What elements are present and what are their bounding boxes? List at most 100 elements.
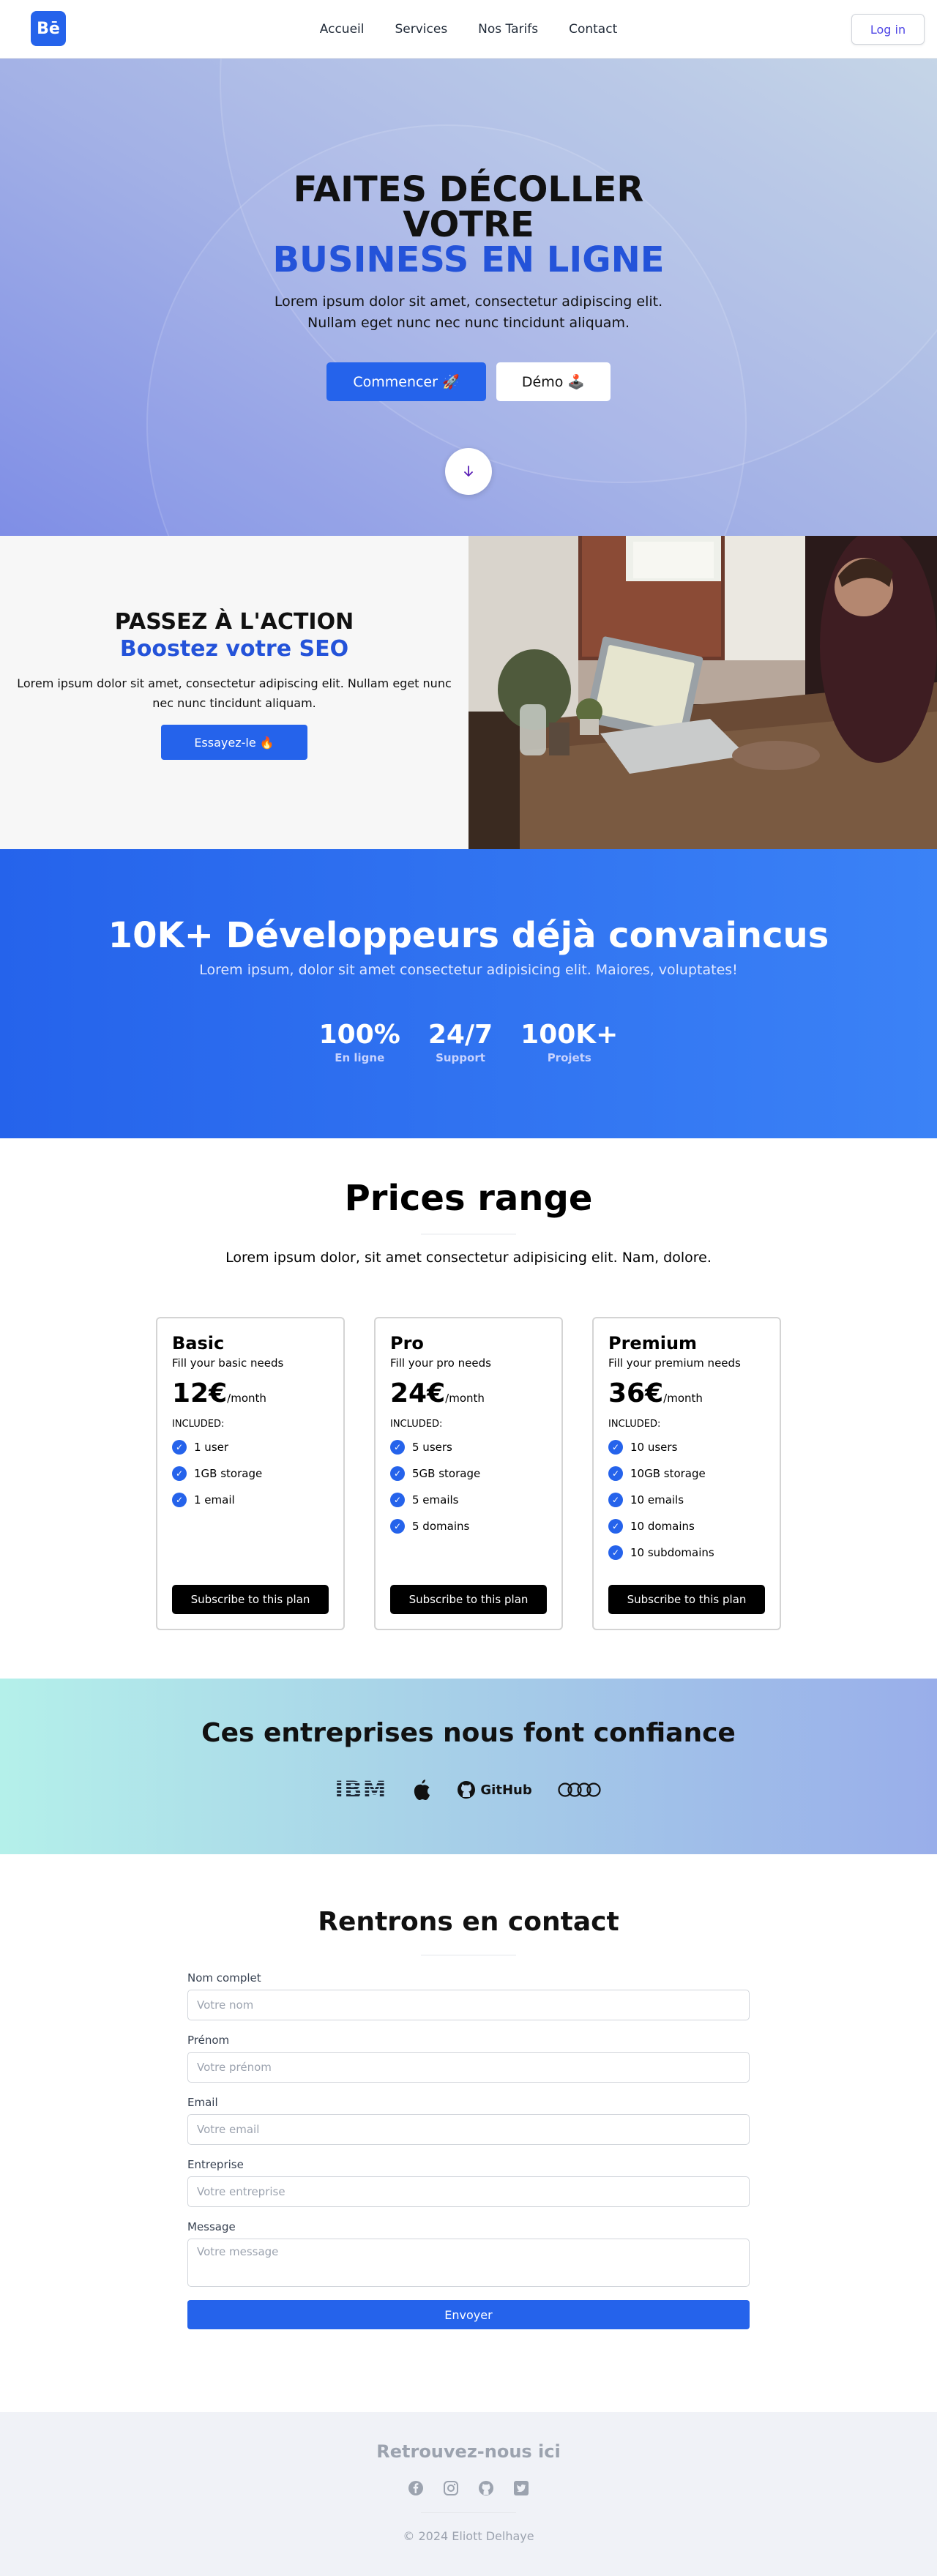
contact-form: Nom complet Votre nom Prénom Votre préno…	[187, 1971, 750, 2329]
plan-price: 12€/month	[172, 1378, 329, 1408]
nav-link-contact[interactable]: Contact	[563, 18, 623, 41]
seo-text: Lorem ipsum dolor sit amet, consectetur …	[17, 676, 452, 710]
check-icon: ✓	[608, 1519, 623, 1534]
name-input[interactable]: Votre nom	[187, 1990, 750, 2020]
feature-label: 5 emails	[412, 1493, 459, 1507]
github-mark-icon	[458, 1781, 476, 1799]
stat-item: 100% En ligne	[319, 1020, 400, 1065]
scroll-down-button[interactable]	[445, 448, 492, 495]
plan-price: 24€/month	[390, 1378, 547, 1408]
instagram-icon[interactable]	[442, 2479, 460, 2497]
field-nom: Nom complet Votre nom	[187, 1971, 750, 2020]
github-wordmark: GitHub	[480, 1782, 532, 1798]
hero-title-highlight: BUSINESS EN LIGNE	[272, 239, 665, 280]
pricing-card-premium: Premium Fill your premium needs 36€/mont…	[592, 1317, 781, 1630]
feature-item: ✓ 5 emails	[390, 1487, 547, 1513]
field-message: Message Votre message	[187, 2220, 750, 2287]
demo-button[interactable]: Démo 🕹️	[496, 362, 611, 401]
plan-description: Fill your pro needs	[390, 1356, 491, 1370]
check-icon: ✓	[172, 1493, 187, 1507]
subscribe-button-basic[interactable]: Subscribe to this plan	[172, 1585, 329, 1614]
seo-section: PASSEZ À L'ACTION Boostez votre SEO Lore…	[0, 536, 937, 849]
stat-item: 100K+ Projets	[520, 1020, 618, 1065]
feature-item: ✓ 10GB storage	[608, 1460, 765, 1487]
nav-link-services[interactable]: Services	[389, 18, 453, 41]
price-amount: 36€	[608, 1378, 664, 1408]
stats-subtitle: Lorem ipsum, dolor sit amet consectetur …	[199, 962, 738, 978]
included-label: INCLUDED:	[390, 1419, 443, 1430]
facebook-icon[interactable]	[407, 2479, 425, 2497]
nav-link-accueil[interactable]: Accueil	[314, 18, 370, 41]
subscribe-button-pro[interactable]: Subscribe to this plan	[390, 1585, 547, 1614]
start-button[interactable]: Commencer 🚀	[326, 362, 486, 401]
login-button[interactable]: Log in	[851, 14, 925, 45]
twitter-icon[interactable]	[512, 2479, 530, 2497]
feature-item: ✓ 10 subdomains	[608, 1539, 765, 1566]
plan-description: Fill your premium needs	[608, 1356, 741, 1370]
pricing-subtitle: Lorem ipsum dolor, sit amet consectetur …	[225, 1250, 712, 1266]
feature-label: 10 emails	[630, 1493, 684, 1507]
stats-row: 100% En ligne 24/7 Support 100K+ Projets	[0, 1020, 937, 1065]
feature-item: ✓ 5GB storage	[390, 1460, 547, 1487]
submit-button[interactable]: Envoyer	[187, 2300, 750, 2329]
field-email: Email Votre email	[187, 2096, 750, 2145]
stats-section: 10K+ Développeurs déjà convaincus Lorem …	[0, 849, 937, 1138]
navbar: Bē Accueil Services Nos Tarifs Contact L…	[0, 0, 937, 59]
check-icon: ✓	[172, 1466, 187, 1481]
message-textarea[interactable]: Votre message	[187, 2239, 750, 2287]
feature-item: ✓ 5 domains	[390, 1513, 547, 1539]
field-label: Entreprise	[187, 2158, 244, 2171]
ibm-logo: IBM	[335, 1776, 387, 1804]
social-links	[0, 2479, 937, 2497]
check-icon: ✓	[608, 1440, 623, 1455]
check-icon: ✓	[608, 1493, 623, 1507]
seo-title: PASSEZ À L'ACTION	[114, 609, 354, 635]
github-logo: GitHub	[457, 1780, 532, 1799]
try-button[interactable]: Essayez-le 🔥	[161, 725, 307, 760]
price-period: /month	[445, 1392, 485, 1405]
seo-content: PASSEZ À L'ACTION Boostez votre SEO Lore…	[0, 536, 468, 849]
plan-name: Basic	[172, 1333, 225, 1354]
check-icon: ✓	[172, 1440, 187, 1455]
price-period: /month	[227, 1392, 266, 1405]
company-input[interactable]: Votre entreprise	[187, 2176, 750, 2207]
feature-item: ✓ 1 email	[172, 1487, 329, 1513]
audi-logo-icon	[558, 1782, 601, 1797]
subscribe-button-premium[interactable]: Subscribe to this plan	[608, 1585, 765, 1614]
pricing-section: Prices range Lorem ipsum dolor, sit amet…	[0, 1138, 937, 1679]
seo-title-highlight: Boostez votre SEO	[119, 636, 349, 662]
arrow-down-icon	[464, 466, 473, 477]
pricing-card-pro: Pro Fill your pro needs 24€/month INCLUD…	[374, 1317, 563, 1630]
github-icon[interactable]	[477, 2479, 495, 2497]
feature-item: ✓ 10 emails	[608, 1487, 765, 1513]
feature-label: 10 subdomains	[630, 1546, 714, 1559]
email-input[interactable]: Votre email	[187, 2114, 750, 2145]
field-prenom: Prénom Votre prénom	[187, 2034, 750, 2083]
price-amount: 12€	[172, 1378, 228, 1408]
nav-link-tarifs[interactable]: Nos Tarifs	[472, 18, 544, 41]
hero-subtitle: Lorem ipsum dolor sit amet, consectetur …	[274, 294, 663, 331]
plan-name: Pro	[390, 1333, 424, 1354]
check-icon: ✓	[390, 1466, 405, 1481]
feature-label: 10 users	[630, 1441, 678, 1454]
price-amount: 24€	[390, 1378, 446, 1408]
office-photo	[468, 536, 937, 849]
plan-price: 36€/month	[608, 1378, 765, 1408]
check-icon: ✓	[608, 1466, 623, 1481]
trust-section: Ces entreprises nous font confiance IBM …	[0, 1679, 937, 1854]
stat-label: En ligne	[335, 1051, 385, 1064]
stat-value: 24/7	[428, 1020, 493, 1050]
feature-item: ✓ 10 domains	[608, 1513, 765, 1539]
firstname-input[interactable]: Votre prénom	[187, 2052, 750, 2083]
check-icon: ✓	[390, 1493, 405, 1507]
field-label: Nom complet	[187, 1971, 261, 1985]
plan-description: Fill your basic needs	[172, 1356, 284, 1370]
partner-logos: IBM GitHub	[0, 1776, 937, 1804]
hero-title: FAITES DÉCOLLER VOTRE BUSINESS EN LIGNE	[0, 172, 937, 277]
feature-label: 1GB storage	[194, 1467, 263, 1480]
footer: Retrouvez-nous ici © 2024 Eliott Delhaye	[0, 2412, 937, 2576]
office-photo-illustration	[468, 536, 937, 849]
field-label: Email	[187, 2096, 218, 2109]
hero-section: FAITES DÉCOLLER VOTRE BUSINESS EN LIGNE …	[0, 59, 937, 536]
stats-title: 10K+ Développeurs déjà convaincus	[108, 915, 829, 956]
